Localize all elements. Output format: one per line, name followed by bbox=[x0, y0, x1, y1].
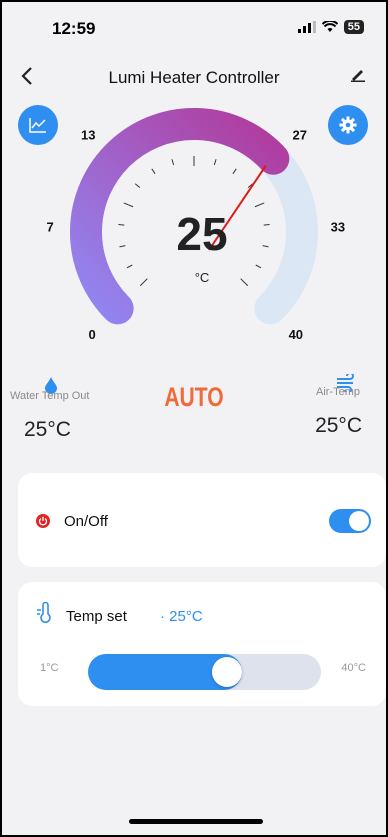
gauge-tick bbox=[139, 278, 148, 287]
gauge-unit: °C bbox=[195, 270, 210, 285]
wifi-icon bbox=[321, 21, 338, 32]
nav-bar: Lumi Heater Controller bbox=[2, 58, 386, 98]
water-temp-value: 25°C bbox=[24, 418, 71, 441]
gauge-tick bbox=[151, 168, 156, 175]
temperature-gauge[interactable]: 071320273340 25 °C bbox=[2, 98, 386, 368]
signal-icon bbox=[297, 21, 316, 33]
toggle-knob bbox=[349, 511, 369, 531]
home-indicator bbox=[129, 819, 263, 824]
gauge-tick-label: 13 bbox=[81, 127, 95, 142]
gauge-tick bbox=[123, 202, 134, 208]
power-card: On/Off bbox=[18, 473, 386, 567]
battery-icon: 55 bbox=[343, 20, 364, 34]
power-icon bbox=[36, 514, 50, 528]
gauge-tick bbox=[263, 224, 270, 226]
gauge-tick bbox=[254, 202, 265, 208]
gauge-tick bbox=[171, 159, 175, 166]
water-temp-label: Water Temp Out bbox=[10, 390, 90, 402]
mode-row: AUTO Water Temp Out Air-Temp 25°C 25°C bbox=[2, 374, 386, 441]
slider-min-label: 1°C bbox=[40, 662, 59, 674]
temp-set-label: Temp set bbox=[66, 608, 127, 625]
gauge-tick bbox=[118, 224, 125, 226]
gauge-tick bbox=[119, 245, 126, 248]
slider-max-label: 40°C bbox=[341, 662, 366, 674]
page-title: Lumi Heater Controller bbox=[108, 68, 280, 87]
status-bar: 12:59 55 bbox=[2, 2, 386, 54]
gauge-tick-label: 27 bbox=[293, 127, 307, 142]
gauge-current-value: 25 bbox=[176, 208, 227, 260]
gauge-tick-label: 40 bbox=[289, 327, 303, 342]
air-temp-label: Air-Temp bbox=[315, 386, 360, 398]
air-temp-value: 25°C bbox=[315, 414, 362, 437]
gauge-tick-label: 0 bbox=[89, 327, 96, 342]
gauge-tick-label: 7 bbox=[46, 219, 53, 234]
status-icons: 55 bbox=[297, 20, 364, 34]
gauge-tick bbox=[240, 278, 249, 287]
temp-set-card: Temp set · 25°C 1°C 40°C bbox=[18, 582, 386, 706]
gauge-tick bbox=[262, 245, 269, 248]
gauge-tick bbox=[126, 264, 133, 269]
app-screen: 12:59 55 Lumi Heater Controller 0 7 13 2… bbox=[0, 0, 388, 837]
gauge-tick bbox=[232, 168, 237, 175]
thermometer-icon bbox=[37, 602, 51, 623]
gauge-tick bbox=[255, 264, 262, 269]
gauge-tick-label: 33 bbox=[331, 219, 345, 234]
power-toggle[interactable] bbox=[329, 509, 371, 533]
edit-pencil-icon[interactable] bbox=[350, 66, 366, 87]
temp-set-value: · 25°C bbox=[160, 608, 203, 625]
gauge-tick bbox=[134, 183, 141, 188]
temp-slider[interactable] bbox=[88, 654, 321, 690]
gauge-tick bbox=[213, 159, 217, 166]
power-label: On/Off bbox=[64, 513, 108, 530]
status-time: 12:59 bbox=[52, 19, 96, 38]
